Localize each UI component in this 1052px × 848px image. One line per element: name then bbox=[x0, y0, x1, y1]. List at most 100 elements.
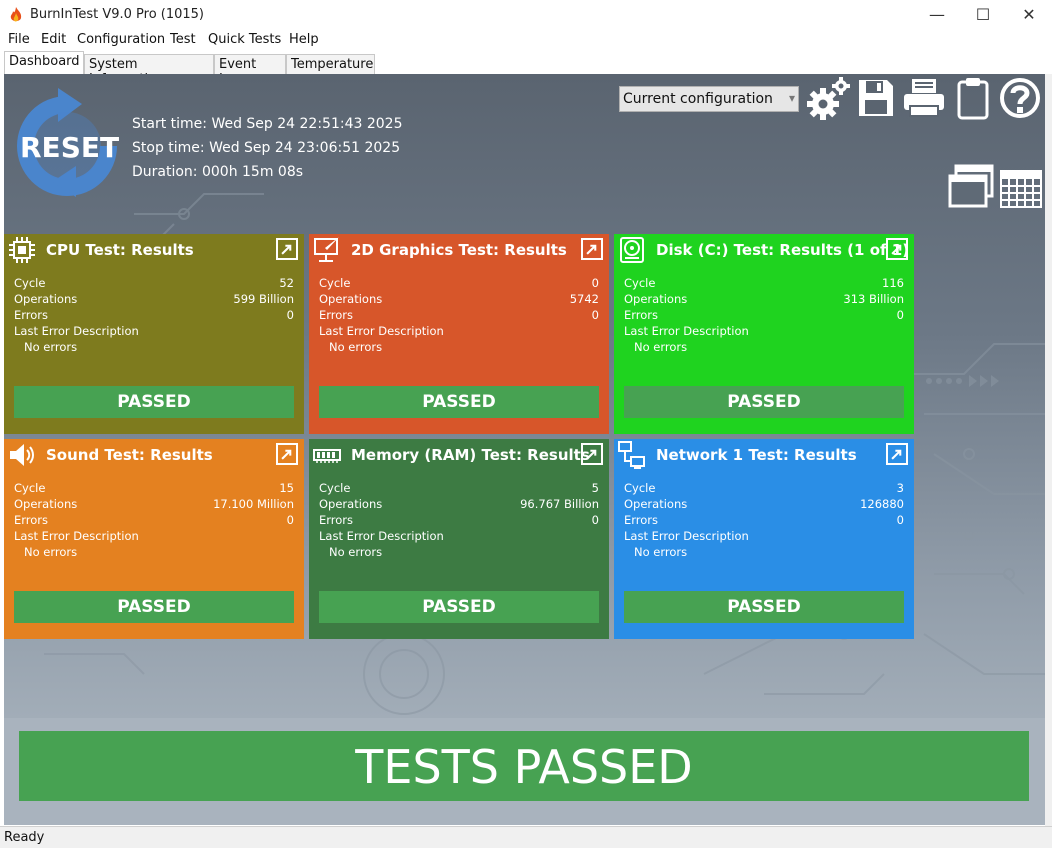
last-error-label: Last Error Description bbox=[319, 324, 444, 338]
tab-system-information[interactable]: System Information bbox=[84, 54, 214, 87]
errors-label: Errors bbox=[624, 308, 659, 322]
tab-temperature[interactable]: Temperature bbox=[286, 54, 375, 74]
operations-value: 313 Billion bbox=[843, 292, 904, 306]
expand-icon[interactable] bbox=[581, 443, 603, 465]
expand-icon[interactable] bbox=[276, 443, 298, 465]
last-error-label: Last Error Description bbox=[624, 529, 749, 543]
errors-value: 0 bbox=[286, 513, 294, 527]
status-text: Ready bbox=[4, 830, 45, 845]
memory-icon bbox=[313, 449, 341, 463]
card-title: 2D Graphics Test: Results bbox=[351, 241, 567, 259]
operations-label: Operations bbox=[624, 497, 688, 511]
operations-value: 126880 bbox=[860, 497, 904, 511]
expand-icon[interactable] bbox=[581, 238, 603, 260]
menu-test[interactable]: Test bbox=[170, 32, 196, 47]
network-card: Network 1 Test: Results Cycle 3 Operation… bbox=[614, 439, 914, 639]
errors-value: 0 bbox=[896, 513, 904, 527]
last-error-value: No errors bbox=[24, 545, 78, 559]
graphics-2d-card: 2D Graphics Test: Results Cycle 0 Operati… bbox=[309, 234, 609, 434]
times-block: Start time: Wed Sep 24 22:51:43 2025 Sto… bbox=[132, 112, 402, 184]
menu-edit[interactable]: Edit bbox=[41, 32, 66, 47]
menu-configuration[interactable]: Configuration bbox=[77, 32, 165, 47]
grid-icon[interactable] bbox=[1000, 170, 1042, 208]
expand-icon[interactable] bbox=[276, 238, 298, 260]
window-edge bbox=[1045, 74, 1052, 826]
last-error-label: Last Error Description bbox=[14, 324, 139, 338]
menu-bar: File Edit Configuration Test Quick Tests… bbox=[0, 30, 1052, 50]
passed-badge: PASSED bbox=[319, 591, 599, 623]
operations-label: Operations bbox=[319, 497, 383, 511]
cycle-label: Cycle bbox=[624, 481, 656, 495]
maximize-button[interactable]: ☐ bbox=[960, 0, 1006, 30]
operations-value: 5742 bbox=[569, 292, 599, 306]
operations-label: Operations bbox=[14, 497, 78, 511]
minimize-button[interactable]: — bbox=[914, 0, 960, 30]
passed-badge: PASSED bbox=[624, 591, 904, 623]
reset-button[interactable]: RESET bbox=[20, 131, 119, 164]
cycle-value: 116 bbox=[882, 276, 904, 290]
last-error-label: Last Error Description bbox=[624, 324, 749, 338]
sound-card: Sound Test: Results Cycle 15 Operations 17… bbox=[4, 439, 304, 639]
errors-label: Errors bbox=[624, 513, 659, 527]
chevron-down-icon: ▾ bbox=[788, 91, 795, 105]
passed-badge: PASSED bbox=[14, 386, 294, 418]
last-error-value: No errors bbox=[329, 545, 383, 559]
operations-value: 96.767 Billion bbox=[520, 497, 599, 511]
last-error-label: Last Error Description bbox=[319, 529, 444, 543]
operations-value: 599 Billion bbox=[233, 292, 294, 306]
menu-help[interactable]: Help bbox=[289, 32, 319, 47]
configuration-value: Current configuration bbox=[623, 91, 773, 107]
card-title: Disk (C:) Test: Results (1 of 1) bbox=[656, 241, 910, 259]
cycle-label: Cycle bbox=[319, 276, 351, 290]
cpu-card: CPU Test: Results Cycle 52 Operations 599 … bbox=[4, 234, 304, 434]
print-icon[interactable] bbox=[902, 78, 946, 118]
errors-label: Errors bbox=[14, 308, 49, 322]
status-bar: Ready bbox=[0, 826, 1052, 848]
card-title: Memory (RAM) Test: Results bbox=[351, 446, 590, 464]
errors-value: 0 bbox=[591, 308, 599, 322]
last-error-value: No errors bbox=[634, 340, 688, 354]
tab-dashboard[interactable]: Dashboard bbox=[4, 51, 84, 74]
passed-badge: PASSED bbox=[319, 386, 599, 418]
menu-quick-tests[interactable]: Quick Tests bbox=[208, 32, 281, 47]
cycle-value: 3 bbox=[896, 481, 904, 495]
last-error-label: Last Error Description bbox=[14, 529, 139, 543]
errors-value: 0 bbox=[591, 513, 599, 527]
cpu-icon bbox=[9, 237, 35, 263]
speaker-icon bbox=[10, 444, 34, 466]
help-icon[interactable] bbox=[999, 77, 1041, 119]
overall-status-banner: TESTS PASSED bbox=[19, 731, 1029, 801]
operations-label: Operations bbox=[319, 292, 383, 306]
cycle-label: Cycle bbox=[624, 276, 656, 290]
cycle-value: 52 bbox=[279, 276, 294, 290]
disk-card: Disk (C:) Test: Results (1 of 1) Cycle 11… bbox=[614, 234, 914, 434]
operations-label: Operations bbox=[624, 292, 688, 306]
passed-badge: PASSED bbox=[624, 386, 904, 418]
cycle-label: Cycle bbox=[14, 481, 46, 495]
card-title: CPU Test: Results bbox=[46, 241, 194, 259]
cycle-value: 5 bbox=[591, 481, 599, 495]
window-title: BurnInTest V9.0 Pro (1015) bbox=[30, 7, 205, 22]
errors-label: Errors bbox=[319, 308, 354, 322]
memory-card: Memory (RAM) Test: Results Cycle 5 Operat… bbox=[309, 439, 609, 639]
start-time: Start time: Wed Sep 24 22:51:43 2025 bbox=[132, 116, 403, 132]
cycle-value: 0 bbox=[591, 276, 599, 290]
configuration-select[interactable]: Current configuration ▾ bbox=[619, 86, 799, 112]
expand-icon[interactable] bbox=[886, 238, 908, 260]
save-icon[interactable] bbox=[857, 78, 895, 118]
passed-badge: PASSED bbox=[14, 591, 294, 623]
menu-file[interactable]: File bbox=[8, 32, 30, 47]
expand-icon[interactable] bbox=[886, 443, 908, 465]
close-button[interactable]: ✕ bbox=[1006, 0, 1052, 30]
errors-value: 0 bbox=[896, 308, 904, 322]
operations-value: 17.100 Million bbox=[213, 497, 294, 511]
windows-icon[interactable] bbox=[948, 164, 994, 210]
errors-value: 0 bbox=[286, 308, 294, 322]
errors-label: Errors bbox=[319, 513, 354, 527]
duration: Duration: 000h 15m 08s bbox=[132, 164, 304, 180]
tab-event-log[interactable]: Event Log bbox=[214, 54, 286, 87]
gear-icon[interactable] bbox=[806, 76, 850, 122]
errors-label: Errors bbox=[14, 513, 49, 527]
clipboard-icon[interactable] bbox=[956, 76, 990, 120]
operations-label: Operations bbox=[14, 292, 78, 306]
